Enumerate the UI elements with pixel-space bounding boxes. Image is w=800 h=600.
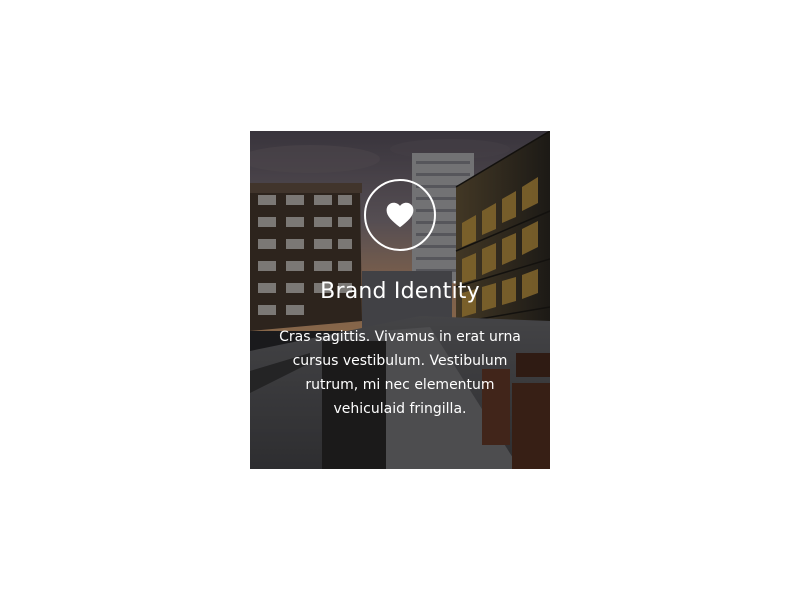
card-title: Brand Identity [320, 279, 480, 304]
like-button[interactable] [364, 179, 436, 251]
card-description: Cras sagittis. Vivamus in erat urna curs… [279, 329, 521, 417]
portfolio-card[interactable]: Brand Identity Cras sagittis. Vivamus in… [250, 131, 550, 469]
heart-icon [386, 202, 414, 228]
